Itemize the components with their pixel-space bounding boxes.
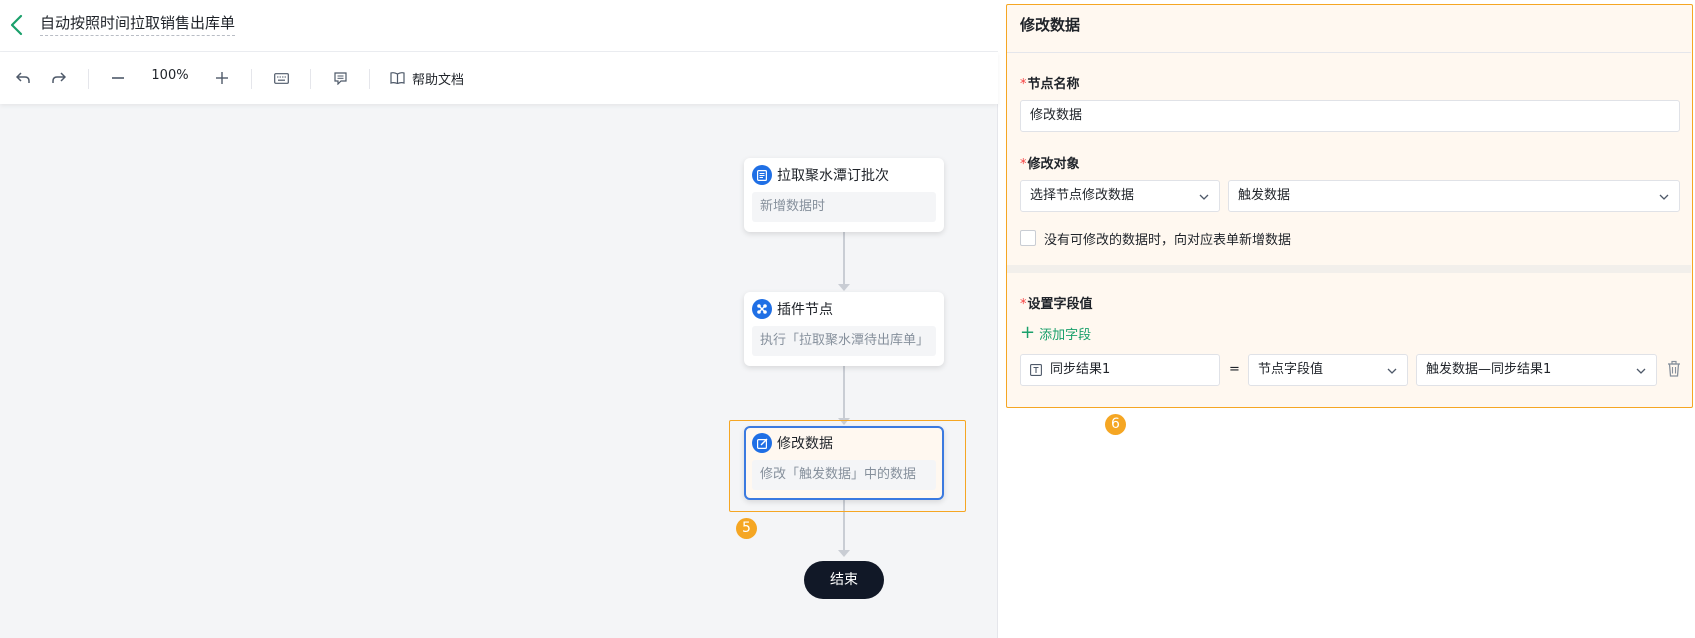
connector-arrow bbox=[838, 284, 850, 291]
flow-connector bbox=[843, 366, 845, 418]
zoom-level: 100% bbox=[151, 68, 189, 83]
text-field-icon bbox=[1030, 363, 1042, 376]
redo-icon bbox=[52, 72, 66, 83]
equals-operator: = bbox=[1229, 362, 1240, 377]
plugin-icon bbox=[752, 299, 772, 319]
page-title[interactable]: 自动按照时间拉取销售出库单 bbox=[40, 12, 236, 36]
trash-icon[interactable] bbox=[1666, 360, 1682, 378]
flow-connector bbox=[843, 232, 845, 284]
toolbar-divider bbox=[369, 69, 370, 89]
flow-node-trigger[interactable]: 拉取聚水潭订批次 新增数据时 bbox=[744, 158, 944, 232]
section-divider bbox=[1007, 265, 1691, 273]
chevron-down-icon bbox=[1387, 368, 1397, 374]
toolbar-divider bbox=[310, 69, 311, 89]
create-if-missing-checkbox[interactable] bbox=[1020, 230, 1036, 246]
step-badge-6: 6 bbox=[1105, 414, 1126, 435]
flow-node-plugin[interactable]: 插件节点 执行「拉取聚水潭待出库单」 bbox=[744, 292, 944, 366]
edit-icon bbox=[752, 433, 772, 453]
node-header: 插件节点 bbox=[752, 299, 833, 319]
target-mode-value: 选择节点修改数据 bbox=[1030, 188, 1135, 203]
add-field-label: 添加字段 bbox=[1039, 327, 1092, 343]
list-icon bbox=[752, 165, 772, 185]
target-label: *修改对象 bbox=[1020, 157, 1080, 172]
flow-editor: 自动按照时间拉取销售出库单 100% 帮助文档 拉取聚水潭订批次 新增数据时 插… bbox=[0, 0, 998, 638]
header-bar: 自动按照时间拉取销售出库单 bbox=[0, 0, 998, 52]
required-mark: * bbox=[1020, 297, 1027, 312]
book-icon bbox=[390, 72, 405, 84]
flow-canvas[interactable]: 拉取聚水潭订批次 新增数据时 插件节点 执行「拉取聚水潭待出库单」 修改数据 修… bbox=[0, 104, 998, 638]
connector-arrow bbox=[838, 550, 850, 557]
node-description: 修改「触发数据」中的数据 bbox=[752, 460, 936, 490]
undo-button[interactable] bbox=[12, 66, 34, 90]
panel-title: 修改数据 bbox=[1020, 16, 1081, 34]
node-title: 修改数据 bbox=[777, 436, 833, 452]
minus-icon bbox=[112, 77, 124, 79]
plus-icon bbox=[216, 72, 228, 84]
chevron-down-icon bbox=[1636, 368, 1646, 374]
node-name-label: *节点名称 bbox=[1020, 77, 1080, 92]
target-source-value: 触发数据 bbox=[1238, 188, 1291, 203]
step-badge-5: 5 bbox=[736, 518, 757, 539]
node-title: 拉取聚水潭订批次 bbox=[777, 168, 889, 184]
set-values-label: *设置字段值 bbox=[1020, 297, 1093, 312]
undo-icon bbox=[16, 72, 30, 83]
flow-node-update-data[interactable]: 修改数据 修改「触发数据」中的数据 bbox=[744, 426, 944, 500]
chevron-down-icon bbox=[1199, 194, 1209, 200]
comment-icon bbox=[333, 71, 347, 85]
add-field-button[interactable]: + 添加字段 bbox=[1020, 323, 1091, 343]
node-header: 拉取聚水潭订批次 bbox=[752, 165, 889, 185]
editor-toolbar: 100% 帮助文档 bbox=[0, 52, 998, 104]
required-mark: * bbox=[1020, 77, 1027, 92]
keyboard-shortcuts-button[interactable] bbox=[271, 66, 291, 90]
target-mode-select[interactable]: 选择节点修改数据 bbox=[1020, 180, 1220, 212]
node-name-input[interactable]: 修改数据 bbox=[1020, 100, 1680, 132]
field-value-select[interactable]: 触发数据—同步结果1 bbox=[1416, 354, 1657, 386]
redo-button[interactable] bbox=[48, 66, 70, 90]
panel-header: 修改数据 bbox=[1007, 5, 1691, 53]
required-mark: * bbox=[1020, 157, 1027, 172]
help-docs-label: 帮助文档 bbox=[412, 72, 465, 88]
toolbar-divider bbox=[251, 69, 252, 89]
target-source-select[interactable]: 触发数据 bbox=[1228, 180, 1680, 212]
value-type-value: 节点字段值 bbox=[1258, 362, 1324, 377]
back-arrow-icon[interactable] bbox=[6, 12, 28, 38]
node-header: 修改数据 bbox=[752, 433, 833, 453]
field-value-value: 触发数据—同步结果1 bbox=[1426, 362, 1552, 377]
value-type-select[interactable]: 节点字段值 bbox=[1248, 354, 1408, 386]
plus-icon: + bbox=[1020, 322, 1036, 343]
chevron-down-icon bbox=[1659, 194, 1669, 200]
field-value: 同步结果1 bbox=[1050, 362, 1111, 377]
create-if-missing-label: 没有可修改的数据时，向对应表单新增数据 bbox=[1044, 233, 1292, 248]
app-root: 自动按照时间拉取销售出库单 100% 帮助文档 拉取聚水潭订批次 新增数据时 插… bbox=[0, 0, 1695, 638]
node-description: 新增数据时 bbox=[752, 192, 936, 222]
zoom-in-button[interactable] bbox=[212, 66, 232, 90]
comment-button[interactable] bbox=[330, 66, 350, 90]
field-select[interactable]: 同步结果1 bbox=[1020, 354, 1220, 386]
end-node[interactable]: 结束 bbox=[804, 561, 884, 599]
zoom-out-button[interactable] bbox=[108, 66, 128, 90]
node-description: 执行「拉取聚水潭待出库单」 bbox=[752, 326, 936, 356]
keyboard-icon bbox=[273, 72, 289, 84]
help-docs-button[interactable]: 帮助文档 bbox=[390, 66, 464, 90]
node-title: 插件节点 bbox=[777, 302, 833, 318]
toolbar-divider bbox=[88, 69, 89, 89]
node-properties-panel: 修改数据 *节点名称 修改数据 *修改对象 选择节点修改数据 触发数据 没有可修… bbox=[1006, 4, 1693, 408]
